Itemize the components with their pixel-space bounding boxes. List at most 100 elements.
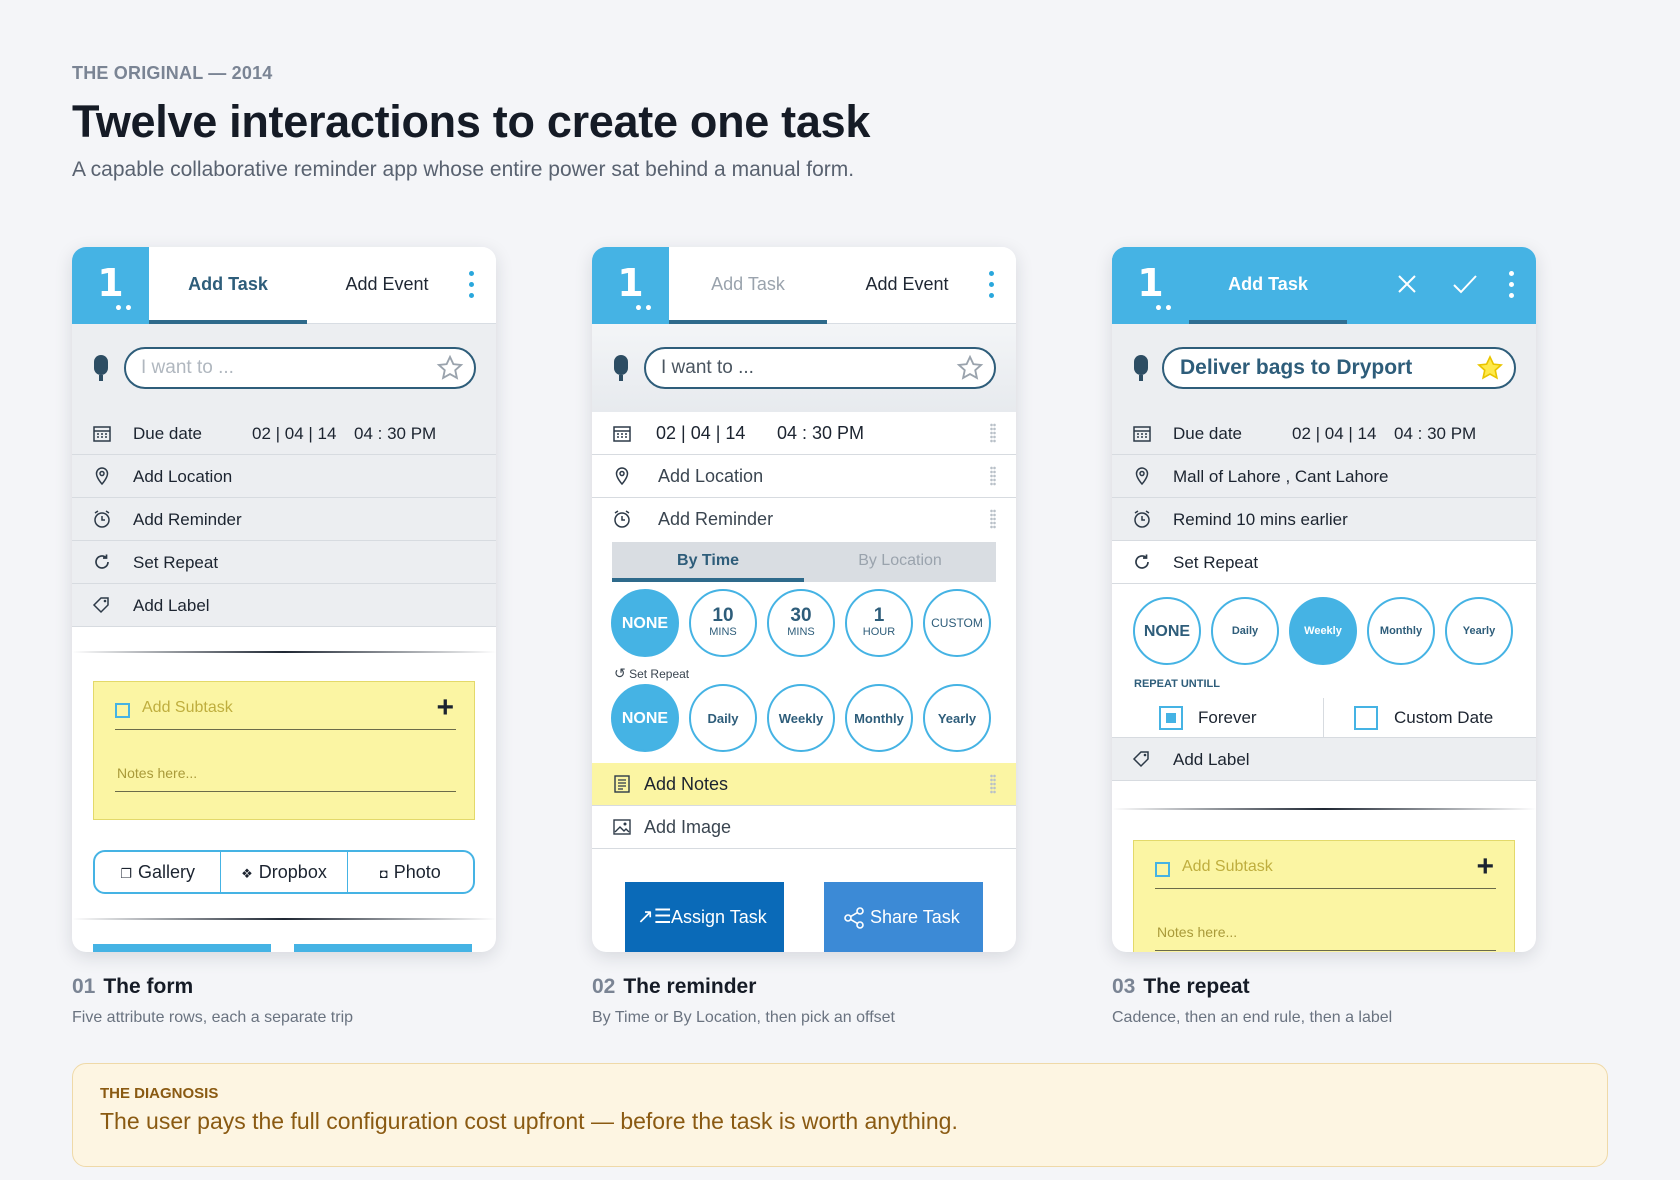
notes-input[interactable]: Notes here... (117, 765, 197, 781)
add-location-row[interactable]: Add Location (72, 455, 496, 498)
microphone-icon[interactable] (1134, 355, 1148, 383)
offset-30-mins[interactable]: 30 MINS (767, 589, 835, 657)
more-menu-icon[interactable] (1508, 271, 1516, 301)
dropbox-button[interactable]: ❖ Dropbox (221, 852, 348, 892)
attachment-buttons: ❐ Gallery ❖ Dropbox ◘ Photo (93, 850, 475, 894)
add-label-row[interactable]: Add Label (1112, 738, 1536, 781)
bottom-button-partial[interactable] (294, 944, 472, 952)
due-date-row[interactable]: Due date 02 | 04 | 14 04 : 30 PM (72, 412, 496, 455)
due-date-value[interactable]: 02 | 04 | 14 (1292, 412, 1376, 455)
repeat-monthly[interactable]: Monthly (845, 684, 913, 752)
drag-handle-icon[interactable] (990, 423, 996, 443)
drag-handle-icon[interactable] (990, 774, 996, 794)
add-location-row[interactable]: Add Location (592, 455, 1016, 498)
task-input[interactable]: I want to ... (124, 347, 476, 389)
caption-title: 01 The form (72, 975, 194, 998)
history-icon: ↺ (614, 665, 626, 681)
subtask-checkbox[interactable] (1155, 862, 1170, 877)
due-time-value[interactable]: 04 : 30 PM (777, 412, 864, 455)
custom-date-checkbox[interactable] (1354, 706, 1378, 730)
star-icon[interactable] (956, 354, 984, 382)
photo-button[interactable]: ◘ Photo (348, 852, 473, 892)
tab-by-time[interactable]: By Time (612, 542, 804, 582)
star-icon[interactable] (1476, 354, 1504, 382)
microphone-icon[interactable] (614, 355, 628, 383)
repeat-until-row: Forever Custom Date (1112, 698, 1536, 738)
more-menu-icon[interactable] (988, 271, 996, 301)
tab-add-event[interactable]: Add Event (307, 247, 467, 324)
set-repeat-row[interactable]: Set Repeat (1112, 541, 1536, 584)
divider (72, 651, 496, 653)
subtask-input[interactable]: Add Subtask (142, 699, 233, 717)
drag-handle-icon[interactable] (990, 509, 996, 529)
add-notes-row[interactable]: Add Notes (592, 763, 1016, 806)
gallery-button[interactable]: ❐ Gallery (95, 852, 222, 892)
row-label: Add Reminder (133, 510, 242, 529)
drag-handle-icon[interactable] (990, 466, 996, 486)
repeat-weekly[interactable]: Weekly (1289, 597, 1357, 665)
notes-input[interactable]: Notes here... (1157, 924, 1237, 940)
custom-date-option[interactable]: Custom Date (1324, 698, 1536, 738)
diagnosis-text: The user pays the full configuration cos… (100, 1108, 958, 1134)
page-title: Twelve interactions to create one task (72, 96, 871, 147)
camera-icon: ◘ (379, 866, 388, 881)
repeat-none[interactable]: NONE (611, 684, 679, 752)
row-label: Add Label (1173, 750, 1250, 769)
subtask-note: Add Subtask + Notes here... (1133, 840, 1515, 952)
repeat-daily[interactable]: Daily (689, 684, 757, 752)
due-date-value[interactable]: 02 | 04 | 14 (656, 412, 745, 455)
due-time-value[interactable]: 04 : 30 PM (1394, 412, 1476, 455)
offset-custom[interactable]: CUSTOM (923, 589, 991, 657)
add-subtask-plus-icon[interactable]: + (436, 691, 454, 725)
due-date-row[interactable]: 02 | 04 | 14 04 : 30 PM (592, 412, 1016, 455)
add-label-row[interactable]: Add Label (72, 584, 496, 627)
app-logo: 1 •• (1112, 247, 1189, 324)
subtask-input[interactable]: Add Subtask (1182, 858, 1273, 876)
due-date-value[interactable]: 02 | 04 | 14 (252, 412, 336, 455)
reminder-mode-tabs: By Time By Location (612, 542, 996, 582)
eyebrow: THE ORIGINAL — 2014 (72, 63, 273, 83)
add-image-row[interactable]: Add Image (592, 806, 1016, 849)
location-row[interactable]: Mall of Lahore , Cant Lahore (1112, 455, 1536, 498)
offset-none[interactable]: NONE (611, 589, 679, 657)
task-input[interactable]: I want to ... (644, 347, 996, 389)
close-icon[interactable] (1390, 267, 1424, 301)
alarm-clock-icon (1134, 510, 1150, 528)
tab-add-event[interactable]: Add Event (827, 247, 987, 324)
repeat-monthly[interactable]: Monthly (1367, 597, 1435, 665)
repeat-yearly[interactable]: Yearly (1445, 597, 1513, 665)
offset-10-mins[interactable]: 10 MINS (689, 589, 757, 657)
repeat-none[interactable]: NONE (1133, 597, 1201, 665)
star-icon[interactable] (436, 354, 464, 382)
task-input[interactable]: Deliver bags to Dryport (1162, 347, 1516, 389)
repeat-weekly[interactable]: Weekly (767, 684, 835, 752)
share-task-button[interactable]: Share Task (824, 882, 983, 952)
tab-by-location[interactable]: By Location (804, 542, 996, 582)
subtask-checkbox[interactable] (115, 703, 130, 718)
page-subtitle: A capable collaborative reminder app who… (72, 158, 855, 181)
tab-add-task[interactable]: Add Task (669, 247, 827, 324)
set-repeat-mini: ↺ Set Repeat (614, 665, 690, 681)
microphone-icon[interactable] (94, 355, 108, 383)
add-subtask-plus-icon[interactable]: + (1476, 850, 1494, 884)
offset-1-hour[interactable]: 1 HOUR (845, 589, 913, 657)
app-bar: 1 •• Add Task Add Event (72, 247, 496, 324)
check-icon[interactable] (1448, 267, 1482, 301)
assign-task-button[interactable]: ↗☰ Assign Task (625, 882, 784, 952)
tab-add-task[interactable]: Add Task (1189, 247, 1347, 324)
bottom-button-partial[interactable] (93, 944, 271, 952)
due-date-row[interactable]: Due date 02 | 04 | 14 04 : 30 PM (1112, 412, 1536, 455)
add-reminder-row[interactable]: Add Reminder (592, 498, 1016, 541)
screen-the-reminder: 1 •• Add Task Add Event I want to ... 02 … (592, 247, 1016, 952)
tab-add-task[interactable]: Add Task (149, 247, 307, 324)
calendar-icon (93, 426, 111, 442)
repeat-daily[interactable]: Daily (1211, 597, 1279, 665)
set-repeat-row[interactable]: Set Repeat (72, 541, 496, 584)
more-menu-icon[interactable] (468, 271, 476, 301)
repeat-yearly[interactable]: Yearly (923, 684, 991, 752)
forever-option[interactable]: Forever (1112, 698, 1324, 738)
forever-checkbox[interactable] (1159, 706, 1183, 730)
due-time-value[interactable]: 04 : 30 PM (354, 412, 436, 455)
reminder-row[interactable]: Remind 10 mins earlier (1112, 498, 1536, 541)
add-reminder-row[interactable]: Add Reminder (72, 498, 496, 541)
